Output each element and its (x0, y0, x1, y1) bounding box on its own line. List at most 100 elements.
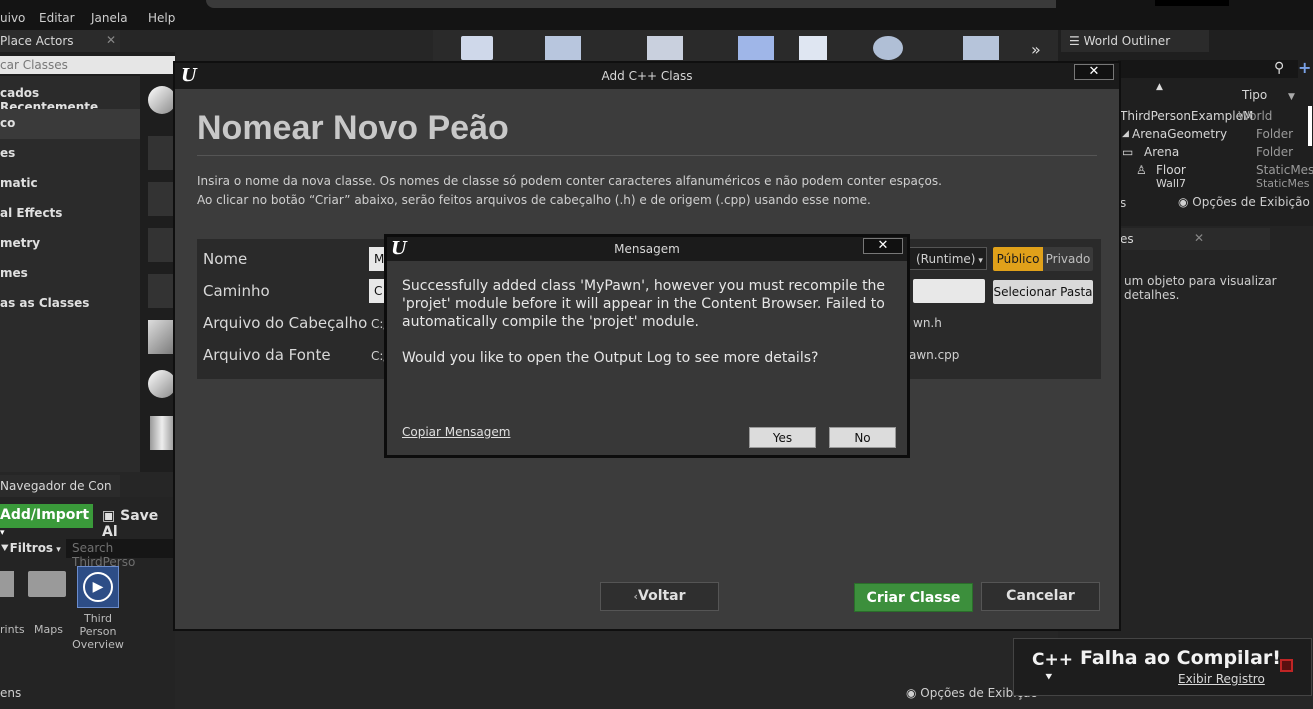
settings-tools-icon[interactable] (647, 36, 683, 60)
tab-label: es (1120, 232, 1134, 246)
search-outliner-input[interactable] (1118, 60, 1298, 78)
title-tab-strip (206, 0, 1056, 8)
description-line-2: Ao clicar no botão “Criar” abaixo, serão… (197, 193, 871, 207)
category-volumes[interactable]: mes (0, 259, 140, 289)
add-icon[interactable]: + (1298, 58, 1311, 77)
menu-window[interactable]: Janela (91, 11, 128, 25)
details-hint: um objeto para visualizar detalhes. (1124, 274, 1277, 302)
outliner-row-clipped: Wall7 StaticMesh/ (1120, 179, 1310, 187)
actor-sphere-icon[interactable] (148, 86, 176, 114)
actor-cube-icon[interactable] (148, 320, 176, 354)
cpp-icon: C++ (1032, 650, 1073, 670)
search-content-input[interactable]: Search ThirdPerso (66, 539, 175, 569)
build-icon[interactable] (873, 36, 903, 60)
menu-file[interactable]: uivo (0, 11, 25, 25)
actor-character-icon[interactable] (148, 136, 176, 170)
sort-icon[interactable]: ▲ (1156, 82, 1163, 92)
outliner-row-name[interactable]: ThirdPersonExampleM (1120, 109, 1253, 123)
item-label: Maps (34, 623, 63, 636)
back-label: Voltar (638, 588, 686, 604)
category-cinematic[interactable]: matic (0, 169, 140, 199)
mesh-icon: ♙ (1136, 163, 1147, 177)
category-basic[interactable]: co (0, 109, 140, 139)
close-button[interactable]: ✕ (863, 238, 903, 254)
source-file-label: Arquivo da Fonte (203, 346, 331, 364)
error-icon (1280, 659, 1293, 672)
category-recent[interactable]: cados Recentemente (0, 79, 140, 114)
folder-icon[interactable] (28, 571, 66, 597)
toolbar-more-icon[interactable]: » (1031, 40, 1041, 59)
module-select[interactable]: (Runtime) ▾ (909, 247, 987, 270)
menu-edit[interactable]: Editar (39, 11, 75, 25)
filters-button[interactable]: ⯆Filtros ▾ (0, 541, 61, 556)
category-geometry[interactable]: metry (0, 229, 140, 259)
outliner-row-type: StaticMesh/ (1256, 163, 1313, 177)
category-all-classes[interactable]: as as Classes (0, 289, 140, 319)
expand-icon[interactable]: ◢ (1122, 129, 1129, 139)
column-type[interactable]: Tipo (1242, 88, 1267, 102)
category-visual-effects[interactable]: al Effects (0, 199, 140, 229)
outliner-row-name[interactable]: Wall7 (1156, 179, 1186, 187)
search-icon: ⚲ (1274, 60, 1285, 76)
chevron-down-icon: ⯆ (1044, 670, 1054, 684)
folder-icon[interactable] (0, 571, 14, 597)
show-log-link[interactable]: Exibir Registro (1178, 672, 1265, 686)
source-control-icon[interactable] (545, 36, 581, 60)
create-class-button[interactable]: Criar Classe (854, 583, 973, 612)
outliner-row-type: StaticMesh/ (1256, 179, 1310, 187)
item-label: Third Person Overview (72, 612, 124, 651)
outliner-row-name[interactable]: Arena (1144, 145, 1179, 159)
actor-player-start-icon[interactable] (148, 274, 176, 308)
scrollbar[interactable] (1308, 106, 1312, 146)
play-icon[interactable] (963, 36, 999, 60)
name-label: Nome (203, 250, 248, 268)
tab-label: World Outliner (1083, 34, 1171, 48)
message-paragraph-2: Would you like to open the Output Log to… (402, 350, 819, 366)
save-icon[interactable] (461, 36, 493, 60)
actor-light-icon[interactable] (148, 228, 176, 262)
actor-cylinder-icon[interactable] (150, 416, 174, 450)
yes-button[interactable]: Yes (749, 427, 816, 448)
play-video-icon[interactable]: ▶ (77, 566, 119, 608)
outliner-row-name[interactable]: Floor (1156, 163, 1186, 177)
menu-bar: uivo Editar Janela Help (0, 0, 1313, 30)
item-count: ens (0, 686, 22, 700)
no-button[interactable]: No (829, 427, 896, 448)
search-classes-input[interactable]: car Classes (0, 56, 175, 74)
select-folder-button[interactable]: Selecionar Pasta (993, 280, 1093, 304)
category-lights[interactable]: es (0, 139, 140, 169)
actor-pawn-icon[interactable] (148, 182, 176, 216)
actor-sphere-2-icon[interactable] (148, 370, 176, 398)
cinematics-icon[interactable] (799, 36, 827, 60)
divider (197, 155, 1097, 156)
menu-help[interactable]: Help (148, 11, 175, 25)
tab-label: Place Actors (0, 34, 74, 48)
copy-message-link[interactable]: Copiar Mensagem (402, 425, 510, 439)
chevron-down-icon[interactable]: ▼ (1288, 92, 1295, 102)
path-label: Caminho (203, 282, 270, 300)
content-browser-panel: Add/Import ▾ ▣ Save Al ⯆Filtros ▾ Search… (0, 497, 175, 709)
tab-place-actors[interactable]: Place Actors ✕ (0, 30, 120, 52)
save-all-button[interactable]: ▣ Save Al (102, 508, 175, 540)
dialog-titlebar[interactable]: U Mensagem ✕ (387, 237, 907, 261)
close-icon[interactable]: ✕ (106, 33, 116, 47)
outliner-icon: ☰ (1069, 34, 1084, 48)
dialog-titlebar[interactable]: U Add C++ Class ✕ (175, 63, 1119, 89)
tab-world-outliner[interactable]: ☰ World Outliner (1061, 30, 1209, 52)
cancel-button[interactable]: Cancelar (981, 582, 1100, 611)
outliner-row-name[interactable]: ArenaGeometry (1132, 127, 1227, 141)
view-options-button[interactable]: ◉ Opções de Exibição (1178, 195, 1310, 209)
project-badge (1155, 0, 1229, 6)
public-toggle[interactable]: Público (993, 247, 1043, 271)
back-button[interactable]: ‹Voltar (600, 582, 719, 611)
path-field[interactable] (913, 279, 985, 303)
tab-details[interactable]: es ✕ (1120, 228, 1270, 250)
close-icon[interactable]: ✕ (1194, 231, 1204, 245)
close-button[interactable]: ✕ (1074, 64, 1114, 80)
blueprints-icon[interactable] (738, 36, 774, 60)
private-toggle[interactable]: Privado (1043, 247, 1093, 271)
add-import-button[interactable]: Add/Import ▾ (0, 504, 93, 538)
dialog-title: Mensagem (614, 242, 680, 256)
tab-content-browser[interactable]: Navegador de Con (0, 475, 120, 497)
source-file-name: awn.cpp (909, 348, 960, 362)
